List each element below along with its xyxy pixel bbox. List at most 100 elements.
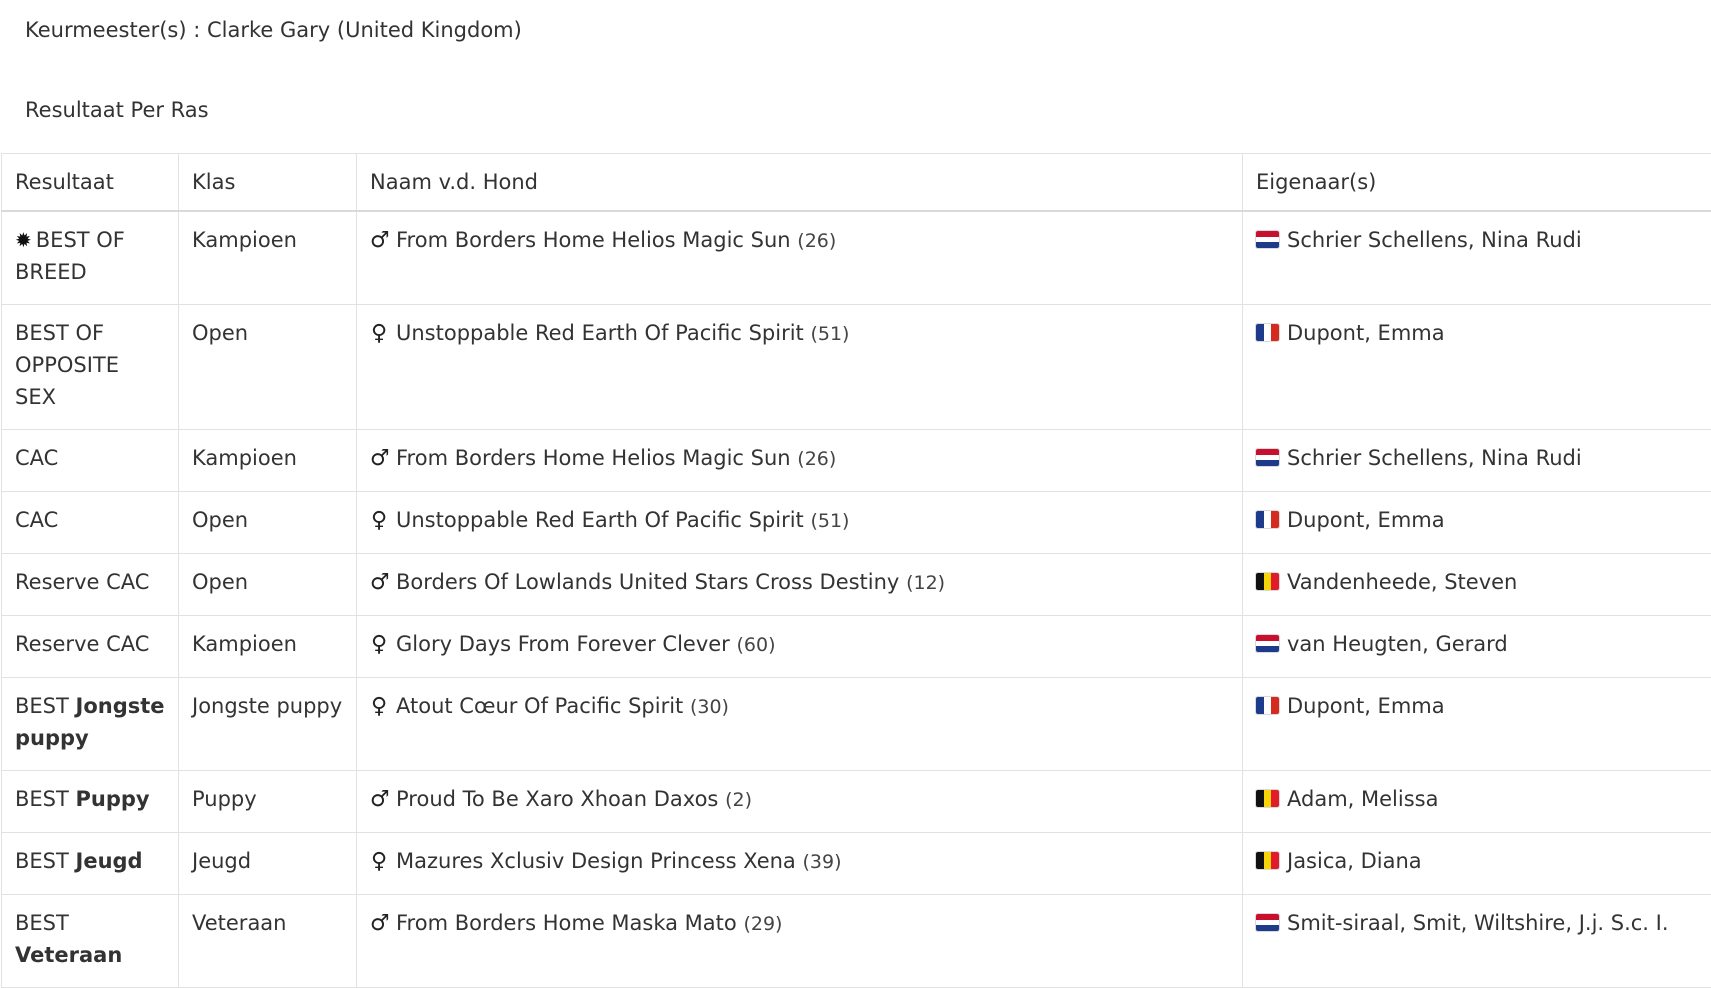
dog-name[interactable]: Borders Of Lowlands United Stars Cross D… — [396, 570, 899, 594]
result-label: Reserve CAC — [15, 632, 149, 656]
result-cell: Reserve CAC — [2, 616, 179, 678]
flag-nl-icon — [1256, 449, 1279, 466]
table-row: BEST PuppyPuppy ♂ Proud To Be Xaro Xhoan D… — [2, 771, 1711, 833]
catalog-number: (60) — [737, 634, 776, 656]
table-row: Reserve CAC Kampioen ♀ Glory Days From Fore… — [2, 616, 1711, 678]
owner-cell: van Heugten, Gerard — [1243, 616, 1711, 678]
catalog-number: (51) — [810, 323, 849, 345]
class-cell: Open — [179, 554, 357, 616]
female-icon: ♀ — [370, 318, 388, 350]
owner-cell: Schrier Schellens, Nina Rudi — [1243, 211, 1711, 305]
owner-name: Dupont, Emma — [1287, 694, 1445, 718]
female-icon: ♀ — [370, 691, 388, 723]
result-label: BEST — [15, 694, 76, 718]
result-category: Veteraan — [15, 943, 122, 967]
table-header-row: Resultaat Klas Naam v.d. Hond Eigenaar(s… — [2, 154, 1711, 212]
result-cell: BEST Puppy — [2, 771, 179, 833]
table-row: CAC Kampioen ♂ From Borders Home Helios Mag… — [2, 430, 1711, 492]
result-label: BEST — [15, 787, 76, 811]
dog-name[interactable]: Glory Days From Forever Clever — [396, 632, 730, 656]
catalog-number: (51) — [810, 510, 849, 532]
owner-name: Schrier Schellens, Nina Rudi — [1287, 446, 1582, 470]
male-icon: ♂ — [370, 567, 388, 599]
result-cell: Reserve CAC — [2, 554, 179, 616]
dog-name[interactable]: Mazures Xclusiv Design Princess Xena — [396, 849, 796, 873]
dog-name[interactable]: Proud To Be Xaro Xhoan Daxos — [396, 787, 718, 811]
owner-name: Vandenheede, Steven — [1287, 570, 1517, 594]
owner-name: Adam, Melissa — [1287, 787, 1438, 811]
owner-cell: Smit-siraal, Smit, Wiltshire, J.j. S.c. … — [1243, 895, 1711, 988]
female-icon: ♀ — [370, 505, 388, 537]
award-badge-icon: ✹ — [15, 228, 32, 252]
column-header-dog-name: Naam v.d. Hond — [357, 154, 1243, 212]
owner-cell: Dupont, Emma — [1243, 492, 1711, 554]
result-cell: BEST Jeugd — [2, 833, 179, 895]
dog-cell: ♀ Atout Cœur Of Pacific Spirit (30) — [357, 678, 1243, 771]
dog-name[interactable]: Atout Cœur Of Pacific Spirit — [396, 694, 683, 718]
class-cell: Jongste puppy — [179, 678, 357, 771]
result-label: BEST — [15, 911, 69, 935]
flag-fr-icon — [1256, 324, 1279, 341]
flag-be-icon — [1256, 573, 1279, 590]
result-label: CAC — [15, 446, 58, 470]
catalog-number: (12) — [906, 572, 945, 594]
dog-cell: ♂Proud To Be Xaro Xhoan Daxos (2) — [357, 771, 1243, 833]
class-cell: Kampioen — [179, 616, 357, 678]
class-cell: Kampioen — [179, 430, 357, 492]
table-row: ✹BEST OF BREEDKampioen♂From Borders Home… — [2, 211, 1711, 305]
female-icon: ♀ — [370, 629, 388, 661]
dog-cell: ♀ Unstoppable Red Earth Of Pacific Spirit… — [357, 492, 1243, 554]
column-header-owners: Eigenaar(s) — [1243, 154, 1711, 212]
dog-cell: ♂From Borders Home Maska Mato (29) — [357, 895, 1243, 988]
catalog-number: (30) — [690, 696, 729, 718]
dog-cell: ♂ Borders Of Lowlands United Stars Cross … — [357, 554, 1243, 616]
flag-nl-icon — [1256, 635, 1279, 652]
dog-name[interactable]: From Borders Home Maska Mato — [396, 911, 737, 935]
result-cell: BEST Jongste puppy — [2, 678, 179, 771]
class-cell: Kampioen — [179, 211, 357, 305]
owner-cell: Jasica, Diana — [1243, 833, 1711, 895]
owner-cell: Adam, Melissa — [1243, 771, 1711, 833]
result-label: BEST OF OPPOSITE SEX — [15, 321, 119, 409]
male-icon: ♂ — [370, 225, 388, 257]
flag-nl-icon — [1256, 231, 1279, 248]
female-icon: ♀ — [370, 846, 388, 878]
result-label: BEST — [15, 849, 76, 873]
catalog-number: (26) — [797, 448, 836, 470]
owner-name: Dupont, Emma — [1287, 321, 1445, 345]
owner-cell: Vandenheede, Steven — [1243, 554, 1711, 616]
owner-name: Jasica, Diana — [1287, 849, 1422, 873]
table-row: BEST JeugdJeugd ♀ Mazures Xclusiv Design P… — [2, 833, 1711, 895]
catalog-number: (26) — [797, 230, 836, 252]
dog-cell: ♂ From Borders Home Helios Magic Sun (26) — [357, 211, 1243, 305]
results-table: Resultaat Klas Naam v.d. Hond Eigenaar(s… — [1, 153, 1711, 988]
owner-name: Dupont, Emma — [1287, 508, 1445, 532]
owner-cell: Schrier Schellens, Nina Rudi — [1243, 430, 1711, 492]
result-cell: BEST OF OPPOSITE SEX — [2, 305, 179, 430]
section-title: Resultaat Per Ras — [25, 98, 209, 122]
flag-be-icon — [1256, 852, 1279, 869]
table-row: BEST VeteraanVeteraan ♂From Borders Home … — [2, 895, 1711, 988]
flag-nl-icon — [1256, 914, 1279, 931]
dog-name[interactable]: Unstoppable Red Earth Of Pacific Spirit — [396, 321, 804, 345]
dog-name[interactable]: From Borders Home Helios Magic Sun — [396, 228, 791, 252]
dog-name[interactable]: Unstoppable Red Earth Of Pacific Spirit — [396, 508, 804, 532]
owner-name: van Heugten, Gerard — [1287, 632, 1508, 656]
column-header-class: Klas — [179, 154, 357, 212]
flag-fr-icon — [1256, 697, 1279, 714]
male-icon: ♂ — [370, 784, 388, 816]
male-icon: ♂ — [370, 443, 388, 475]
owner-cell: Dupont, Emma — [1243, 678, 1711, 771]
dog-name[interactable]: From Borders Home Helios Magic Sun — [396, 446, 791, 470]
result-cell: CAC — [2, 430, 179, 492]
dog-cell: ♂ From Borders Home Helios Magic Sun (26) — [357, 430, 1243, 492]
flag-fr-icon — [1256, 511, 1279, 528]
column-header-result: Resultaat — [2, 154, 179, 212]
dog-cell: ♀ Glory Days From Forever Clever (60) — [357, 616, 1243, 678]
class-cell: Open — [179, 305, 357, 430]
table-row: BEST Jongste puppyJongste puppy ♀ Atout Cœ… — [2, 678, 1711, 771]
result-category: Jeugd — [76, 849, 143, 873]
result-cell: BEST Veteraan — [2, 895, 179, 988]
class-cell: Puppy — [179, 771, 357, 833]
owner-cell: Dupont, Emma — [1243, 305, 1711, 430]
